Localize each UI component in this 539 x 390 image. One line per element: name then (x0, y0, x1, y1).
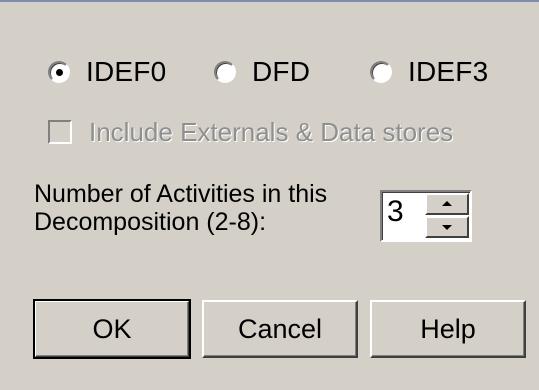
help-button[interactable]: Help (370, 300, 526, 358)
radio-idef3-label: IDEF3 (408, 56, 489, 87)
radio-circle[interactable] (214, 61, 236, 83)
arrow-up-icon (442, 201, 452, 206)
include-externals-checkbox-row: Include Externals & Data stores (48, 114, 453, 150)
radio-idef0[interactable]: IDEF0 (48, 55, 166, 89)
arrow-down-icon (442, 225, 452, 230)
activities-count-label: Number of Activities in this Decompositi… (34, 180, 379, 236)
radio-circle[interactable] (370, 61, 392, 83)
window-top-border (0, 0, 539, 2)
spin-up-button[interactable] (425, 193, 469, 215)
radio-dfd-label: DFD (252, 56, 311, 87)
radio-idef3[interactable]: IDEF3 (370, 55, 488, 89)
activities-label-line2: Decomposition (2-8): (34, 208, 267, 236)
ok-button[interactable]: OK (33, 299, 191, 359)
cancel-button[interactable]: Cancel (202, 300, 358, 358)
include-externals-label: Include Externals & Data stores (89, 116, 454, 147)
radio-dfd[interactable]: DFD (214, 55, 310, 89)
radio-dot (56, 69, 63, 76)
radio-idef0-label: IDEF0 (86, 56, 167, 87)
spin-down-button[interactable] (425, 216, 469, 238)
radio-circle-selected[interactable] (48, 61, 70, 83)
include-externals-checkbox (48, 120, 72, 144)
activities-count-spinner[interactable]: 3 (380, 190, 472, 242)
activities-label-line1: Number of Activities in this (34, 180, 328, 208)
activities-count-value[interactable]: 3 (387, 194, 404, 230)
new-decomposition-dialog: IDEF0 DFD IDEF3 Include Externals & Data… (0, 0, 539, 390)
